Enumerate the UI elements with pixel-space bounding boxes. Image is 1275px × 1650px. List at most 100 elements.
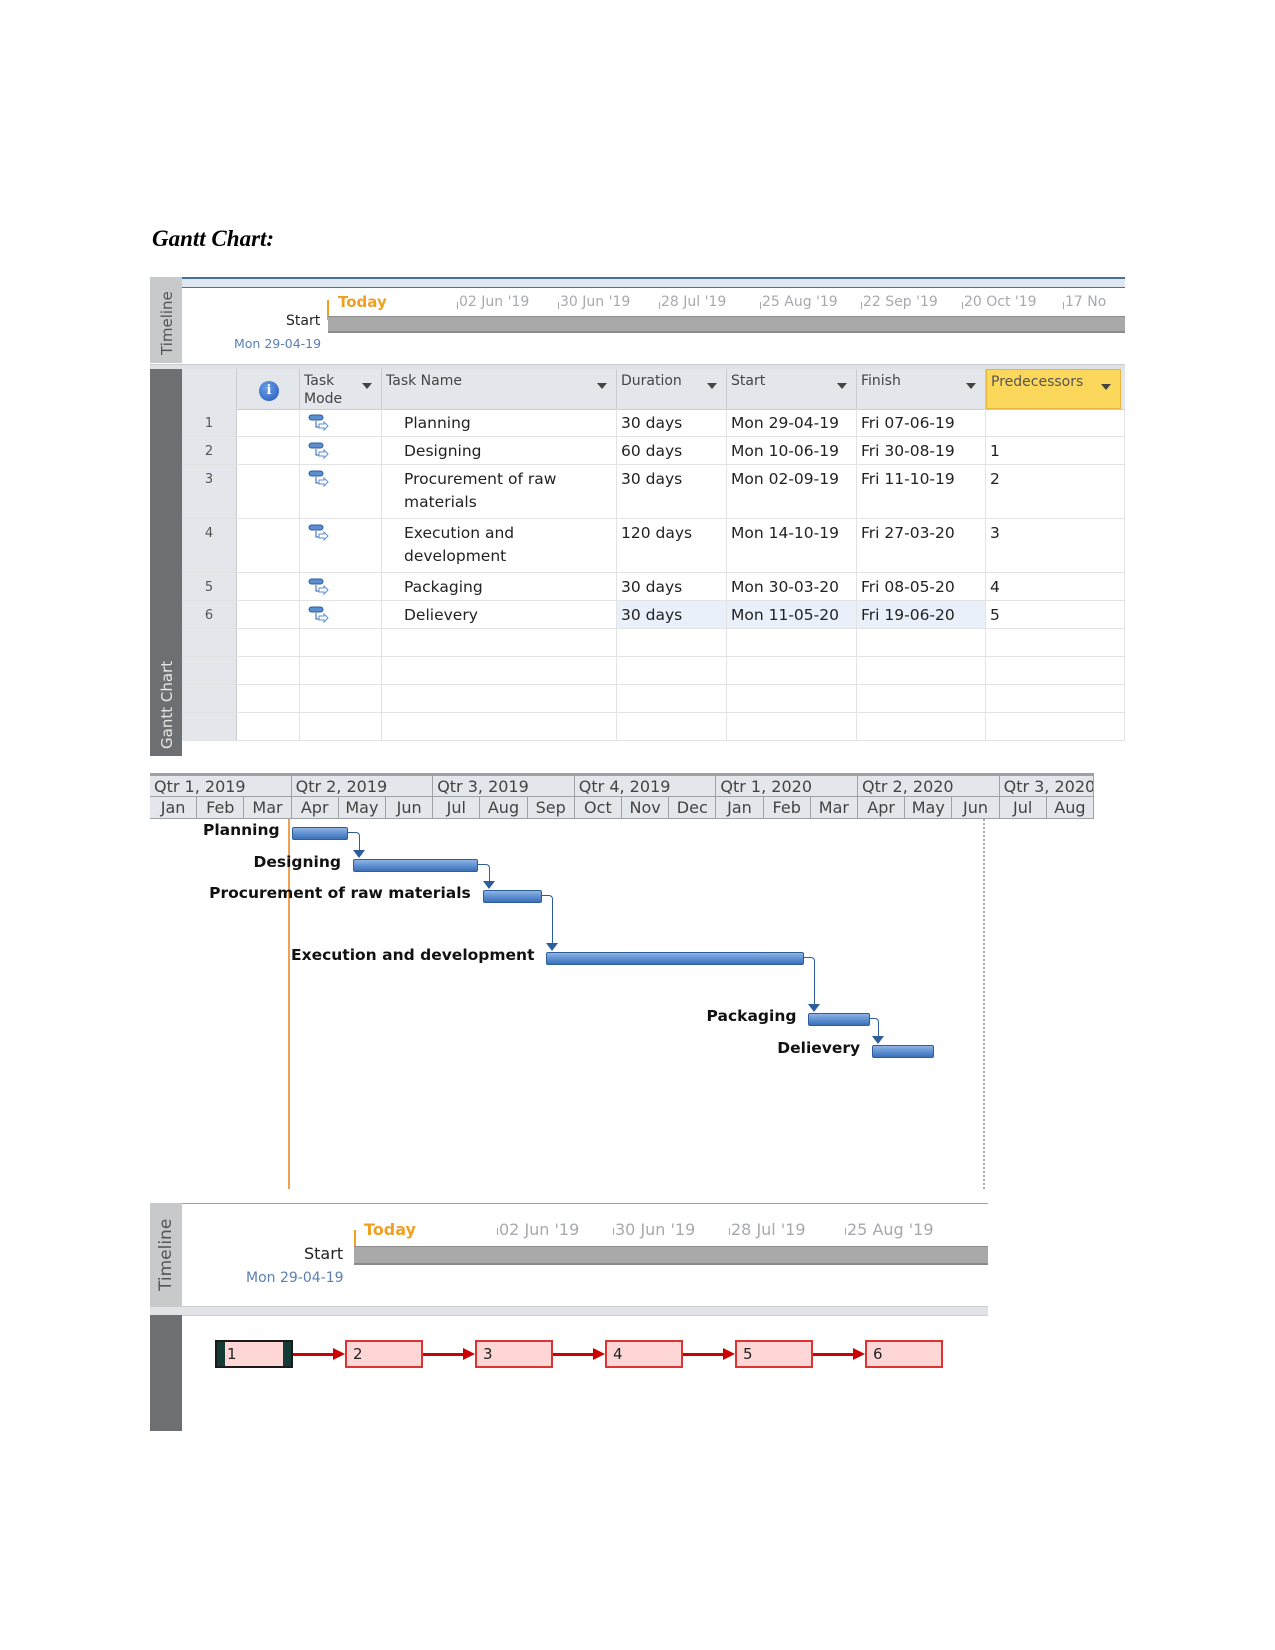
- duration-cell[interactable]: 30 days: [617, 465, 727, 518]
- finish-cell[interactable]: Fri 07-06-19: [857, 409, 986, 436]
- table-row[interactable]: 4 Execution and development 120 days Mon 14…: [182, 519, 1125, 573]
- header-start[interactable]: Start: [727, 369, 857, 409]
- finish-cell[interactable]: [857, 657, 986, 684]
- network-node[interactable]: 5: [735, 1340, 813, 1368]
- chevron-down-icon[interactable]: [707, 383, 717, 389]
- finish-cell[interactable]: [857, 685, 986, 712]
- table-row[interactable]: 3 Procurement of raw materials 30 days Mon …: [182, 465, 1125, 519]
- table-row[interactable]: 5 Packaging 30 days Mon 30-03-20 Fri 08-05-2…: [182, 573, 1125, 601]
- header-indicators[interactable]: i: [237, 369, 300, 409]
- finish-cell[interactable]: [857, 713, 986, 740]
- duration-cell[interactable]: [617, 713, 727, 740]
- predecessors-cell[interactable]: 3: [986, 519, 1125, 572]
- task-mode-cell[interactable]: [300, 629, 382, 656]
- gantt-bar[interactable]: [352, 859, 479, 872]
- start-cell[interactable]: Mon 10-06-19: [727, 437, 857, 464]
- task-name-cell[interactable]: [382, 629, 617, 656]
- start-cell[interactable]: Mon 14-10-19: [727, 519, 857, 572]
- network-node[interactable]: 4: [605, 1340, 683, 1368]
- finish-cell[interactable]: Fri 19-06-20: [857, 601, 986, 628]
- predecessors-cell[interactable]: 1: [986, 437, 1125, 464]
- header-finish[interactable]: Finish: [857, 369, 986, 409]
- timeline-bar[interactable]: [328, 316, 1125, 333]
- timeline-bar[interactable]: [354, 1246, 988, 1265]
- network-node[interactable]: 3: [475, 1340, 553, 1368]
- table-row[interactable]: 1 Planning 30 days Mon 29-04-19 Fri 07-06-19: [182, 409, 1125, 437]
- timeline-top[interactable]: Today 02 Jun '19 30 Jun '19 28 Jul '19 25 A…: [182, 286, 1125, 362]
- row-indicators[interactable]: [237, 465, 300, 518]
- start-cell[interactable]: Mon 29-04-19: [727, 409, 857, 436]
- row-indicators[interactable]: [237, 409, 300, 436]
- start-cell[interactable]: Mon 30-03-20: [727, 573, 857, 600]
- chevron-down-icon[interactable]: [837, 383, 847, 389]
- start-cell[interactable]: [727, 657, 857, 684]
- chevron-down-icon[interactable]: [597, 383, 607, 389]
- network-node[interactable]: 1: [215, 1340, 293, 1368]
- gantt-bar[interactable]: [291, 827, 349, 840]
- chevron-down-icon[interactable]: [1101, 384, 1111, 390]
- network-node[interactable]: 2: [345, 1340, 423, 1368]
- task-mode-cell[interactable]: [300, 519, 382, 572]
- start-cell[interactable]: [727, 713, 857, 740]
- gantt-bar[interactable]: [482, 890, 542, 903]
- task-mode-cell[interactable]: [300, 437, 382, 464]
- header-task-name[interactable]: Task Name: [382, 369, 617, 409]
- task-name-cell[interactable]: [382, 685, 617, 712]
- row-indicators[interactable]: [237, 519, 300, 572]
- row-indicators[interactable]: [237, 437, 300, 464]
- header-duration[interactable]: Duration: [617, 369, 727, 409]
- predecessors-cell[interactable]: 4: [986, 573, 1125, 600]
- predecessors-cell[interactable]: [986, 685, 1125, 712]
- finish-cell[interactable]: Fri 08-05-20: [857, 573, 986, 600]
- task-name-cell[interactable]: Execution and development: [382, 519, 617, 572]
- row-indicators[interactable]: [237, 713, 300, 740]
- predecessors-cell[interactable]: [986, 713, 1125, 740]
- start-cell[interactable]: Mon 11-05-20: [727, 601, 857, 628]
- header-select-all[interactable]: [182, 369, 237, 409]
- task-name-cell[interactable]: Procurement of raw materials: [382, 465, 617, 518]
- predecessors-cell[interactable]: [986, 409, 1125, 436]
- duration-cell[interactable]: [617, 657, 727, 684]
- row-indicators[interactable]: [237, 573, 300, 600]
- gantt-bar[interactable]: [808, 1013, 870, 1026]
- task-mode-cell[interactable]: [300, 573, 382, 600]
- task-mode-cell[interactable]: [300, 465, 382, 518]
- gantt-bar[interactable]: [546, 952, 804, 965]
- row-indicators[interactable]: [237, 685, 300, 712]
- duration-cell[interactable]: 30 days: [617, 601, 727, 628]
- start-cell[interactable]: Mon 02-09-19: [727, 465, 857, 518]
- row-indicators[interactable]: [237, 601, 300, 628]
- predecessors-cell[interactable]: 5: [986, 601, 1125, 628]
- table-row[interactable]: 6 Delievery 30 days Mon 11-05-20 Fri 19-06-2…: [182, 601, 1125, 629]
- timeline-bottom[interactable]: Today 02 Jun '19 30 Jun '19 28 Jul '19 25 A…: [182, 1204, 988, 1304]
- predecessors-cell[interactable]: [986, 657, 1125, 684]
- duration-cell[interactable]: 120 days: [617, 519, 727, 572]
- finish-cell[interactable]: [857, 629, 986, 656]
- task-mode-cell[interactable]: [300, 601, 382, 628]
- start-cell[interactable]: [727, 685, 857, 712]
- row-indicators[interactable]: [237, 657, 300, 684]
- duration-cell[interactable]: 60 days: [617, 437, 727, 464]
- task-mode-cell[interactable]: [300, 409, 382, 436]
- row-indicators[interactable]: [237, 629, 300, 656]
- predecessors-cell[interactable]: [986, 629, 1125, 656]
- task-name-cell[interactable]: [382, 713, 617, 740]
- task-name-cell[interactable]: Packaging: [382, 573, 617, 600]
- task-mode-cell[interactable]: [300, 685, 382, 712]
- chevron-down-icon[interactable]: [362, 383, 372, 389]
- duration-cell[interactable]: 30 days: [617, 573, 727, 600]
- task-name-cell[interactable]: [382, 657, 617, 684]
- finish-cell[interactable]: Fri 27-03-20: [857, 519, 986, 572]
- task-name-cell[interactable]: Delievery: [382, 601, 617, 628]
- duration-cell[interactable]: [617, 629, 727, 656]
- table-row[interactable]: 2 Designing 60 days Mon 10-06-19 Fri 30-08-1…: [182, 437, 1125, 465]
- task-mode-cell[interactable]: [300, 713, 382, 740]
- gantt-bar[interactable]: [872, 1045, 934, 1058]
- start-cell[interactable]: [727, 629, 857, 656]
- duration-cell[interactable]: 30 days: [617, 409, 727, 436]
- predecessors-cell[interactable]: 2: [986, 465, 1125, 518]
- task-mode-cell[interactable]: [300, 657, 382, 684]
- header-predecessors[interactable]: Predecessors: [986, 369, 1121, 409]
- header-task-mode[interactable]: Task Mode: [300, 369, 382, 409]
- chevron-down-icon[interactable]: [966, 383, 976, 389]
